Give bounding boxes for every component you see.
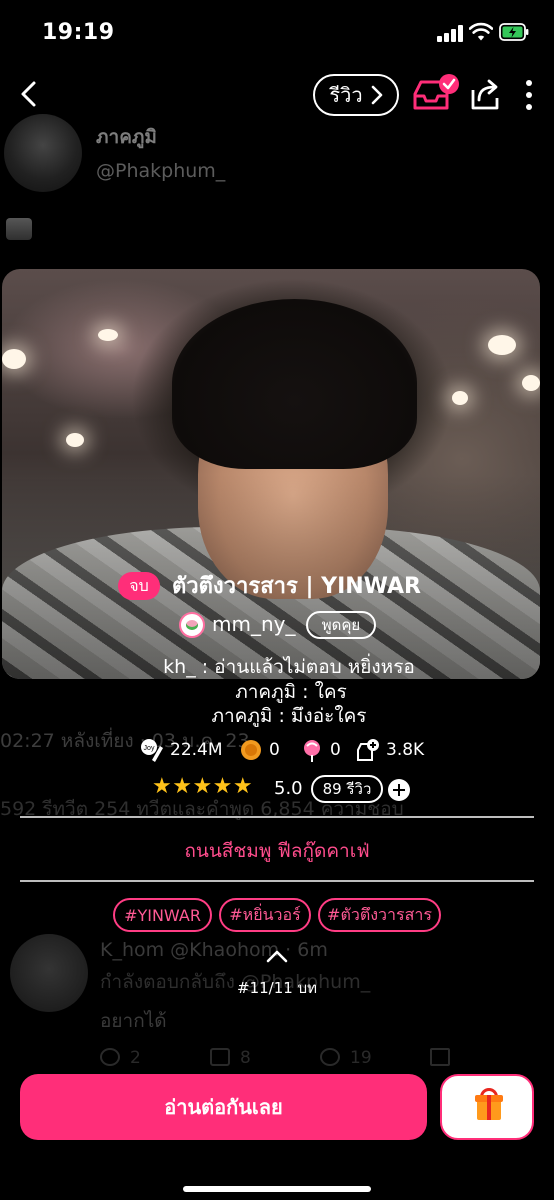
author-row: mm_ny_ พูดคุย [0,610,554,640]
coins-count: 0 [269,740,280,760]
review-button[interactable]: รีวิว [313,74,399,116]
novel-title: ตัวตึงวารสาร | YINWAR [172,574,421,599]
review-count-button[interactable]: 89 รีวิว [311,775,383,803]
cellular-signal-icon [437,24,463,42]
background-reply-avatar [10,934,88,1012]
novel-stats: Joy 22.4M 0 0 3.8K [0,736,554,764]
library-adds-count: 3.8K [386,740,425,760]
views-icon: Joy [141,739,163,762]
completed-badge: จบ [118,572,160,600]
svg-text:Joy: Joy [144,745,155,752]
tags-row: #YINWAR #หยิ่นวอร์ #ตัวตึงวารสาร [0,898,554,932]
add-review-button[interactable] [388,779,410,801]
camera-emoji-icon [6,218,32,240]
chevron-up-icon[interactable] [265,948,289,964]
review-button-label: รีวิว [329,83,363,107]
status-bar: 19:19 [0,0,554,66]
background-avatar [4,114,82,192]
coins-stat: 0 [239,736,280,764]
more-vertical-icon[interactable] [517,78,541,112]
background-reply-name: K_hom @Khaohom · 6m [100,939,328,961]
library-check-icon[interactable] [411,72,461,116]
divider [20,816,534,818]
tag-chip[interactable]: #หยิ่นวอร์ [219,898,311,932]
wifi-icon [469,22,493,41]
read-now-button[interactable]: อ่านต่อกันเลย [20,1074,427,1140]
tag-chip[interactable]: #YINWAR [113,898,212,932]
background-like-count: 19 [350,1048,372,1068]
library-add-icon [357,739,379,761]
chat-button[interactable]: พูดคุย [306,611,376,639]
background-tweet-handle: @Phakphum_ [96,160,226,182]
novel-title-row: จบ ตัวตึงวารสาร | YINWAR [0,566,554,602]
back-button[interactable] [14,78,46,110]
background-reply-text: อยากได้ [100,1010,167,1032]
share-icon[interactable] [467,76,503,112]
rating-value: 5.0 [274,778,303,799]
views-count: 22.4M [170,740,223,760]
candies-count: 0 [330,740,341,760]
chapter-count: #11/11 บท [237,979,317,997]
library-adds-stat: 3.8K [356,736,424,764]
author-avatar[interactable] [179,612,205,638]
views-stat: Joy 22.4M [140,736,223,764]
background-retweet-count: 8 [240,1048,251,1068]
background-tweet-name: ภาคภูมิ [96,126,157,148]
background-reply-actions: 2 8 19 [100,1048,480,1072]
tag-chip[interactable]: #ตัวตึงวารสาร [318,898,441,932]
background-reply-count: 2 [130,1048,141,1068]
chevron-right-icon [371,85,382,105]
battery-charging-icon [499,23,529,41]
status-time: 19:19 [42,20,115,45]
preview-dialog-line: ภาคภูมิ : มึงอ่ะใคร [211,705,367,727]
novel-subtitle: ถนนสีชมพู ฟีลกู๊ดคาเฟ่ [184,840,370,862]
candies-stat: 0 [300,736,341,764]
author-name[interactable]: mm_ny_ [212,612,295,636]
rating-row: ★★★★★ 5.0 89 รีวิว [0,774,554,806]
coin-icon [241,740,261,760]
candy-icon [304,740,320,762]
rating-stars: ★★★★★ [152,774,254,799]
gift-button[interactable] [440,1074,534,1140]
home-indicator [183,1186,371,1192]
divider [20,880,534,882]
